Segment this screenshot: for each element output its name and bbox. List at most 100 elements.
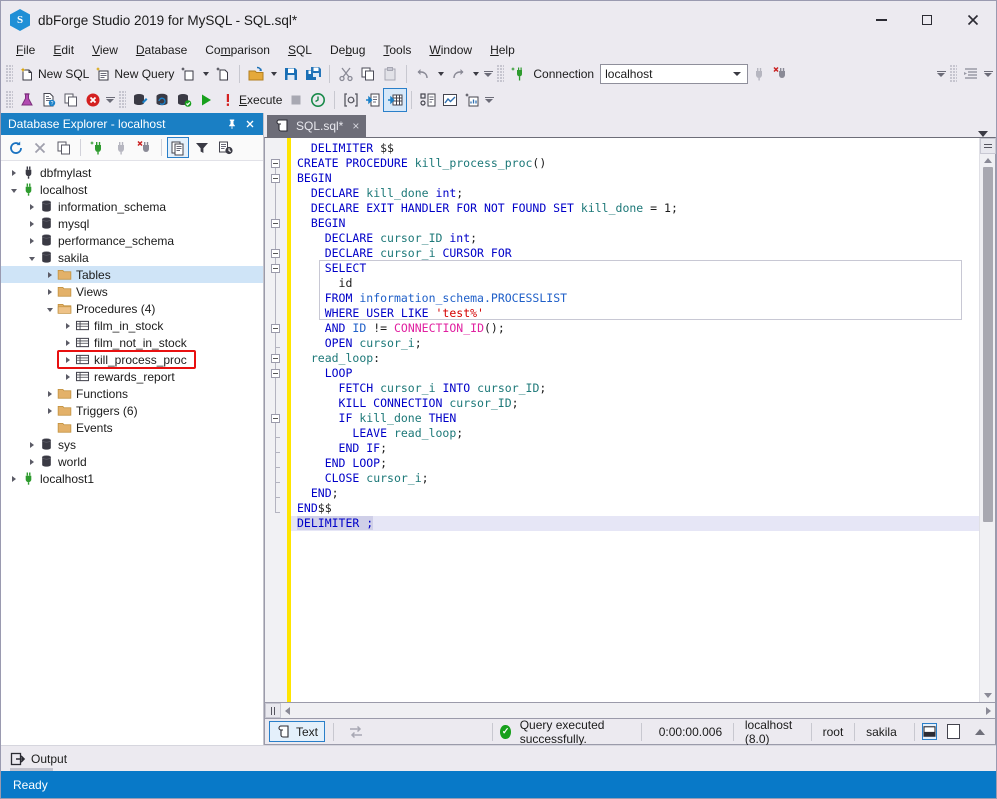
toolbar-overflow-3[interactable] xyxy=(982,64,994,84)
menu-file[interactable]: File xyxy=(7,41,44,59)
fold-toggle[interactable] xyxy=(271,369,280,378)
new-sql-button[interactable]: New SQL xyxy=(16,63,92,85)
fold-toggle[interactable] xyxy=(271,414,280,423)
pin-icon[interactable] xyxy=(223,115,241,133)
split-view-handle[interactable] xyxy=(979,138,996,154)
close-button[interactable] xyxy=(950,1,996,39)
menu-tools[interactable]: Tools xyxy=(374,41,420,59)
menu-view[interactable]: View xyxy=(83,41,127,59)
fold-toggle[interactable] xyxy=(271,354,280,363)
query-chart-button[interactable] xyxy=(439,89,461,111)
format-sql-button[interactable] xyxy=(960,63,982,85)
new-object-dropdown[interactable] xyxy=(199,63,212,85)
tree-item-sys[interactable]: sys xyxy=(1,436,263,453)
tree-item-localhost1[interactable]: localhost1 xyxy=(1,470,263,487)
delete-button[interactable] xyxy=(29,137,51,158)
expand-arrow-icon[interactable] xyxy=(61,351,74,368)
refresh-database-button[interactable] xyxy=(151,89,173,111)
expand-arrow-icon[interactable] xyxy=(43,283,56,300)
swap-view-button[interactable] xyxy=(342,721,370,742)
tree-item-triggers-6[interactable]: Triggers (6) xyxy=(1,402,263,419)
expand-arrow-icon[interactable] xyxy=(61,317,74,334)
undo-button[interactable] xyxy=(412,63,434,85)
fold-toggle[interactable] xyxy=(271,324,280,333)
result-to-grid-button[interactable] xyxy=(383,88,408,112)
expand-arrow-icon[interactable] xyxy=(25,198,38,215)
connect-button[interactable] xyxy=(748,63,770,85)
sql-editor[interactable]: DELIMITER $$ CREATE PROCEDURE kill_proces… xyxy=(264,137,996,703)
filter-button[interactable] xyxy=(191,137,213,158)
cancel-button[interactable] xyxy=(82,89,104,111)
expand-arrow-icon[interactable] xyxy=(43,266,56,283)
tree-item-performance-schema[interactable]: performance_schema xyxy=(1,232,263,249)
validate-database-button[interactable] xyxy=(173,89,195,111)
expand-arrow-icon[interactable] xyxy=(43,402,56,419)
query-history-button[interactable]: ? xyxy=(38,89,60,111)
save-button[interactable] xyxy=(280,63,302,85)
object-list-button[interactable] xyxy=(167,137,189,158)
hscroll-track[interactable] xyxy=(294,703,982,718)
fold-toggle[interactable] xyxy=(271,219,280,228)
execute-play-button[interactable] xyxy=(195,89,217,111)
stop-button[interactable] xyxy=(285,89,307,111)
expand-arrow-icon[interactable] xyxy=(25,232,38,249)
refresh-button[interactable] xyxy=(5,137,27,158)
new-document-button[interactable] xyxy=(212,63,234,85)
text-view-button[interactable]: Text xyxy=(269,721,326,742)
expand-arrow-icon[interactable] xyxy=(7,164,20,181)
scroll-down-arrow[interactable] xyxy=(983,693,992,698)
expand-arrow-icon[interactable] xyxy=(43,385,56,402)
toolbar-grip-4[interactable] xyxy=(6,91,13,109)
execute-button[interactable]: Execute xyxy=(217,89,285,111)
tree-item-events[interactable]: Events xyxy=(1,419,263,436)
tree-item-rewards-report[interactable]: rewards_report xyxy=(1,368,263,385)
result-to-text-button[interactable] xyxy=(362,89,384,111)
menu-comparison[interactable]: Comparison xyxy=(196,41,279,59)
tree-item-procedures-4[interactable]: Procedures (4) xyxy=(1,300,263,317)
output-panel-tab[interactable]: Output xyxy=(1,745,996,771)
new-connection-button[interactable] xyxy=(86,137,108,158)
query-profiler-button[interactable] xyxy=(16,89,38,111)
new-connection-button[interactable] xyxy=(507,63,529,85)
collapse-arrow-icon[interactable] xyxy=(43,300,56,317)
tree-item-views[interactable]: Views xyxy=(1,283,263,300)
disconnect-button[interactable] xyxy=(134,137,156,158)
variables-button[interactable] xyxy=(340,89,362,111)
fold-column[interactable] xyxy=(265,138,287,702)
toolbar-overflow-4[interactable] xyxy=(104,90,116,110)
execution-plan-button[interactable] xyxy=(417,89,439,111)
code-area[interactable]: DELIMITER $$ CREATE PROCEDURE kill_proces… xyxy=(291,138,979,702)
duplicate-object-button[interactable] xyxy=(53,137,75,158)
menu-sql[interactable]: SQL xyxy=(279,41,321,59)
tree-item-world[interactable]: world xyxy=(1,453,263,470)
duplicate-tab-button[interactable] xyxy=(60,89,82,111)
toolbar-grip[interactable] xyxy=(6,65,13,83)
hide-results-pane-toggle[interactable] xyxy=(947,724,961,739)
cut-button[interactable] xyxy=(335,63,357,85)
collapse-arrow-icon[interactable] xyxy=(7,181,20,198)
minimize-button[interactable] xyxy=(858,1,904,39)
new-data-report-button[interactable] xyxy=(461,89,483,111)
menu-window[interactable]: Window xyxy=(420,41,481,59)
new-object-button[interactable] xyxy=(177,63,199,85)
tree-item-film-not-in-stock[interactable]: film_not_in_stock xyxy=(1,334,263,351)
scroll-up-arrow[interactable] xyxy=(983,158,992,163)
scroll-thumb[interactable] xyxy=(982,167,993,522)
disconnect-button[interactable] xyxy=(770,63,792,85)
fold-toggle[interactable] xyxy=(271,159,280,168)
expand-arrow-icon[interactable] xyxy=(7,470,20,487)
expand-arrow-icon[interactable] xyxy=(61,334,74,351)
editor-vertical-scrollbar[interactable] xyxy=(979,138,996,702)
toolbar-overflow-5[interactable] xyxy=(483,90,495,110)
copy-button[interactable] xyxy=(357,63,379,85)
tree-item-film-in-stock[interactable]: film_in_stock xyxy=(1,317,263,334)
maximize-button[interactable] xyxy=(904,1,950,39)
tree-item-kill-process-proc[interactable]: kill_process_proc xyxy=(1,351,263,368)
toolbar-grip-2[interactable] xyxy=(497,65,505,83)
menu-debug[interactable]: Debug xyxy=(321,41,374,59)
menu-database[interactable]: Database xyxy=(127,41,196,59)
attach-database-button[interactable] xyxy=(129,89,151,111)
tree-item-sakila[interactable]: sakila xyxy=(1,249,263,266)
undo-dropdown[interactable] xyxy=(434,63,447,85)
connection-combobox[interactable]: localhost xyxy=(600,64,749,84)
